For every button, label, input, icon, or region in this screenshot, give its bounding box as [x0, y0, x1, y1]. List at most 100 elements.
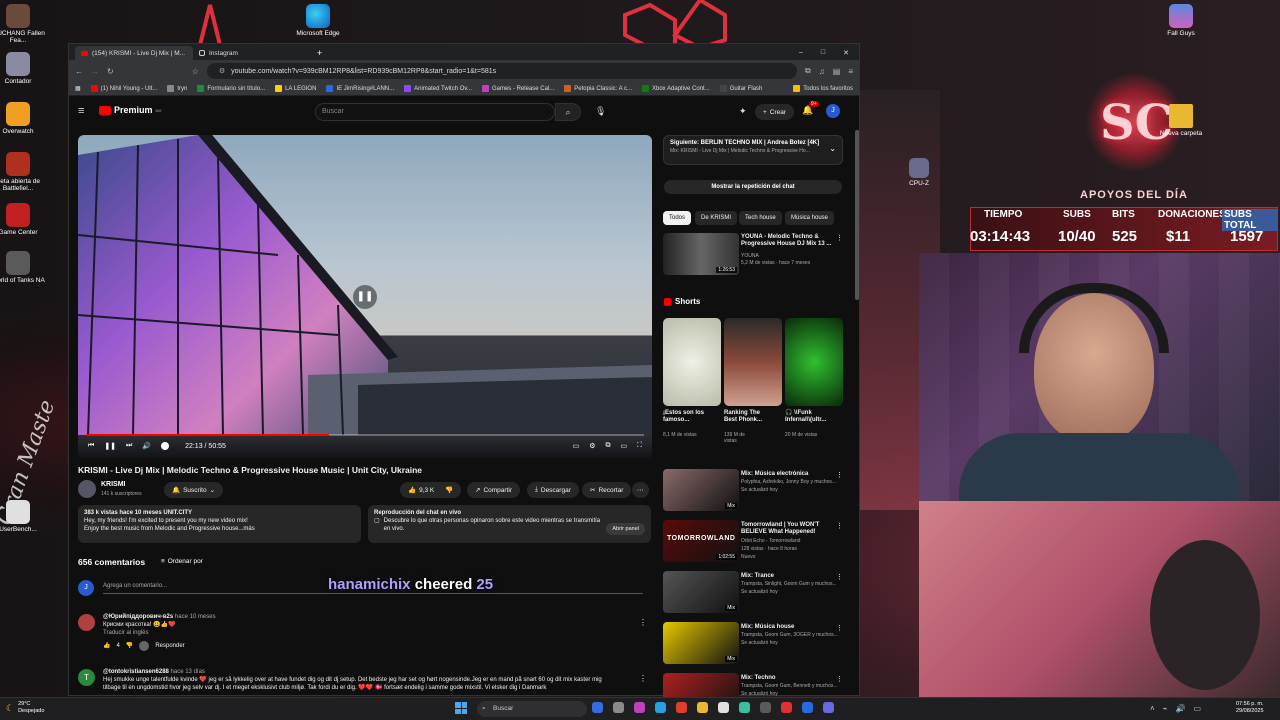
like-button[interactable]: 👍 9,3 K 👎 [400, 482, 462, 498]
video-title-link[interactable]: Mix: Música house [741, 624, 837, 631]
scrollbar[interactable] [855, 130, 859, 300]
file-explorer-icon[interactable] [697, 702, 708, 713]
new-tab-button[interactable]: + [311, 48, 328, 60]
show-chat-replay-button[interactable]: Mostrar la repetición del chat [664, 180, 842, 194]
video-title-link[interactable]: Mix: Música electrónica [741, 471, 837, 478]
youtube-logo[interactable]: Premium MX [99, 105, 162, 115]
comment-dislike-icon[interactable]: 👎 [126, 642, 133, 650]
channel-name[interactable]: KRISMI [101, 481, 126, 488]
bookmark-item[interactable]: Xbox Adaptive Cont... [642, 85, 710, 92]
desktop-icon[interactable]: Overwatch [0, 102, 45, 135]
address-bar[interactable]: ⚙ youtube.com/watch?v=939cBM12RP8&list=R… [206, 63, 798, 79]
comment-menu-icon[interactable]: ⋮ [639, 674, 647, 683]
create-button[interactable]: + Crear [755, 104, 795, 120]
short-thumbnail[interactable] [785, 318, 843, 406]
video-player[interactable]: ❚❚ ⏮ ❚❚ ⏭ 🔊 22:13 / 50:55 ▭ ⚙ ⧉ ▭ ⛶ [78, 135, 652, 458]
reply-button[interactable]: Responder [155, 642, 184, 650]
forward-icon[interactable]: → [91, 67, 99, 76]
commenter-avatar[interactable] [78, 614, 95, 631]
description-box[interactable]: 383 k vistas hace 10 meses UNIT.CITY Hey… [78, 505, 361, 543]
video-title-link[interactable]: YOUNA - Melodic Techno & Progressive Hou… [741, 234, 837, 248]
tray-chevron-icon[interactable]: ˄ [1150, 704, 1155, 713]
translate-link[interactable]: Traducir al inglés [103, 629, 216, 637]
volume-icon[interactable]: 🔊 [142, 442, 151, 450]
settings-gear-icon[interactable]: ⚙ [589, 442, 595, 450]
sidebar-icon[interactable]: ▤ [833, 67, 841, 76]
download-button[interactable]: ⤓ Descargar [527, 482, 579, 498]
thumbs-down-icon[interactable]: 👎 [445, 486, 453, 494]
video-title-link[interactable]: Tomorrowland | You WON'T BELIEVE What Ha… [741, 522, 837, 536]
app-icon[interactable] [760, 702, 771, 713]
chip-musica-house[interactable]: Música house [785, 211, 835, 225]
open-panel-button[interactable]: Abrir panel [606, 523, 645, 535]
desktop-icon-edge[interactable]: Microsoft Edge [291, 4, 345, 37]
next-icon[interactable]: ⏭ [126, 442, 132, 450]
back-icon[interactable]: ← [75, 67, 83, 76]
battery-icon[interactable]: ▭ [1193, 704, 1201, 713]
subscribed-button[interactable]: 🔔 Suscrito ⌄ [164, 482, 224, 498]
video-menu-icon[interactable]: ⋮ [836, 471, 843, 479]
desktop-icon[interactable]: WUCHANG Fallen Fea... [0, 4, 45, 44]
channel-avatar[interactable] [78, 480, 96, 498]
desktop-icon[interactable]: Beta abierta de Battlefiel... [0, 152, 45, 192]
cast-icon[interactable]: ✦ [739, 106, 747, 117]
desktop-icon[interactable]: UserBench... [0, 500, 45, 533]
close-window-button[interactable]: ✕ [843, 49, 849, 57]
video-thumbnail[interactable]: TOMORROWLAND 1:02:55 [663, 520, 739, 562]
miniplayer-icon[interactable]: ⧉ [605, 442, 610, 450]
video-menu-icon[interactable]: ⋮ [836, 675, 843, 683]
video-title-link[interactable]: Mix: Techno [741, 675, 837, 682]
bookmark-item[interactable]: Guitar Flash [719, 85, 762, 92]
comment-menu-icon[interactable]: ⋮ [639, 618, 647, 627]
maximize-button[interactable]: □ [821, 49, 825, 57]
edge-icon[interactable] [655, 702, 666, 713]
desktop-icon[interactable]: Game Center [0, 203, 45, 236]
network-icon[interactable]: ⌁ [1163, 704, 1168, 713]
speaker-icon[interactable]: 🔊 [1176, 704, 1186, 713]
app-icon[interactable] [718, 702, 729, 713]
chip-tech-house[interactable]: Tech house [739, 211, 782, 225]
chip-de-krismi[interactable]: De KRISMI [695, 211, 738, 225]
share-button[interactable]: ↗ Compartir [467, 482, 520, 498]
brave-icon[interactable] [676, 702, 687, 713]
theater-icon[interactable]: ▭ [620, 442, 627, 450]
apps-icon[interactable]: ▦ [75, 85, 81, 92]
video-thumbnail[interactable]: Mix [663, 469, 739, 511]
video-menu-icon[interactable]: ⋮ [836, 234, 843, 242]
subtitles-icon[interactable]: ▭ [573, 442, 580, 450]
fullscreen-icon[interactable]: ⛶ [637, 442, 642, 450]
bookmark-item[interactable]: Todos los favoritos [793, 85, 853, 92]
app-icon[interactable] [823, 702, 834, 713]
bookmark-item[interactable]: LA LEGION [275, 85, 316, 92]
avatar[interactable]: J [826, 104, 840, 118]
clip-button[interactable]: ✂ Recortar [582, 482, 632, 498]
tab-instagram[interactable]: Instagram [193, 46, 311, 60]
weather-widget[interactable]: ☾ 29°C Despejado [6, 701, 44, 715]
hamburger-menu-icon[interactable]: ≡ [78, 105, 84, 117]
more-actions-button[interactable]: ⋯ [632, 482, 649, 498]
bookmark-item[interactable]: tryn [167, 85, 187, 92]
copilot-icon[interactable] [592, 702, 603, 713]
bookmark-item[interactable]: IE JimRising#LANN... [326, 85, 394, 92]
menu-icon[interactable]: ≡ [848, 67, 853, 76]
tab-youtube[interactable]: (154) KRISMI - Live Dj Mix | M... [75, 46, 193, 60]
chip-todos[interactable]: Todos [663, 211, 692, 225]
video-menu-icon[interactable]: ⋮ [836, 573, 843, 581]
short-thumbnail[interactable] [663, 318, 721, 406]
desktop-icon-cpuz[interactable]: CPU-Z [892, 158, 946, 187]
video-thumbnail[interactable]: Mix [663, 571, 739, 613]
bookmark-item[interactable]: Games - Release Cal... [481, 85, 554, 92]
video-menu-icon[interactable]: ⋮ [836, 522, 843, 530]
desktop-icon[interactable]: Contador [0, 52, 45, 85]
reload-icon[interactable]: ↻ [107, 67, 114, 76]
microphone-icon[interactable]: 🎙 [595, 106, 606, 117]
video-menu-icon[interactable]: ⋮ [836, 624, 843, 632]
up-next-box[interactable]: Siguiente: BERLIN TECHNO MIX | Andrea Bo… [663, 135, 843, 165]
comment-like-icon[interactable]: 👍 [103, 642, 110, 650]
commenter-avatar[interactable]: T [78, 669, 95, 686]
pause-icon[interactable]: ❚❚ [104, 442, 116, 450]
task-view-icon[interactable] [613, 702, 624, 713]
minimize-button[interactable]: – [799, 49, 803, 57]
video-thumbnail[interactable]: Mix [663, 622, 739, 664]
desktop-icon-folder[interactable]: Nueva carpeta [1154, 104, 1208, 137]
